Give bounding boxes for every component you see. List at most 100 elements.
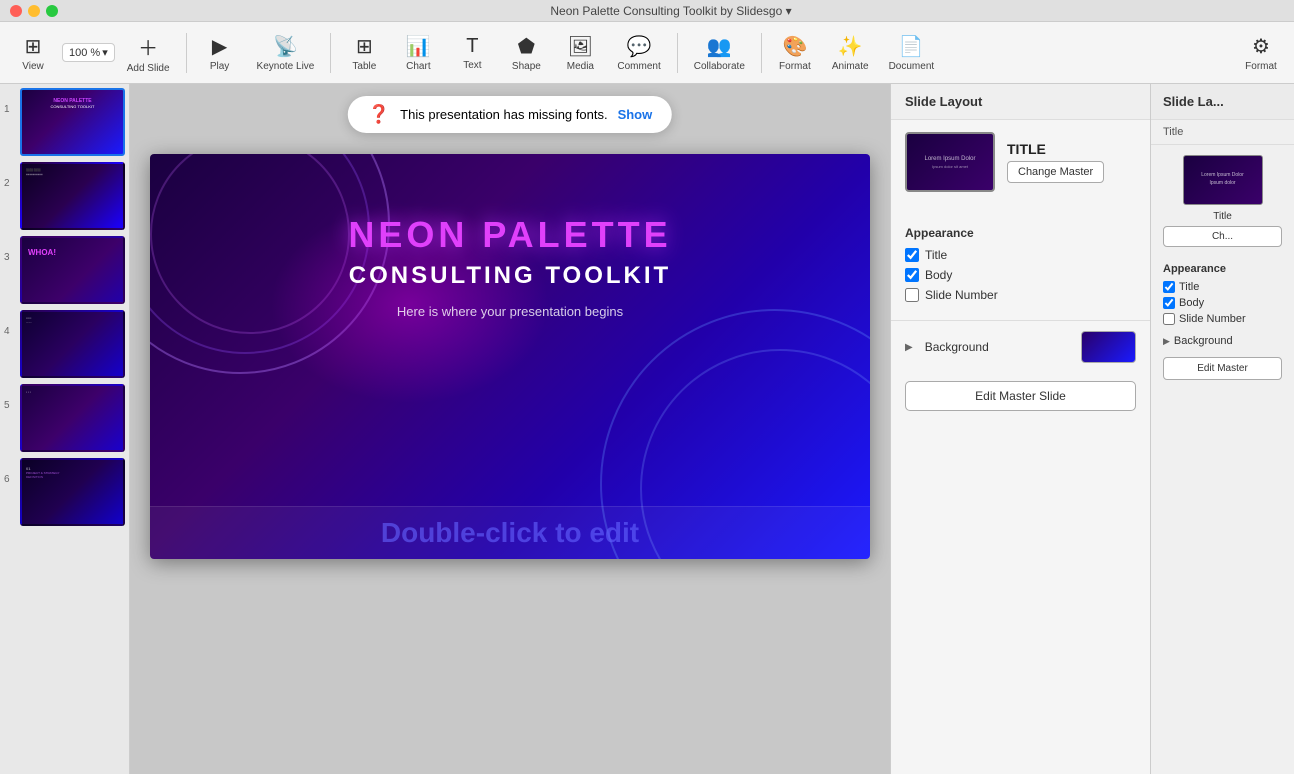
fp-edit-master-button[interactable]: Edit Master (1163, 357, 1282, 380)
window-title: Neon Palette Consulting Toolkit by Slide… (58, 4, 1284, 18)
fp-body-checkbox[interactable] (1163, 297, 1175, 309)
text-button[interactable]: T Text (447, 31, 497, 75)
slide-number-checkbox[interactable] (905, 288, 919, 302)
format-right-button[interactable]: ⚙ Format (1236, 30, 1286, 76)
slide-layout-title: Slide Layout (891, 84, 1150, 120)
slide-thumb-5[interactable]: 5 ▪ ▪ ▪ (4, 384, 125, 452)
notification-icon: ❓ (368, 104, 390, 125)
fp-lorem-1: Lorem Ipsum Dolor (1201, 172, 1244, 178)
keynote-live-button[interactable]: 📡 Keynote Live (249, 30, 323, 76)
slide-number-1: 1 (4, 88, 16, 115)
change-master-button[interactable]: Change Master (1007, 161, 1104, 183)
fp-slide-number-checkbox[interactable] (1163, 313, 1175, 325)
slide-title: NEON PALETTE (190, 214, 830, 256)
comment-label: Comment (617, 61, 660, 72)
format-right-icon: ⚙ (1252, 34, 1270, 59)
slide-number-3: 3 (4, 236, 16, 263)
divider-4 (761, 33, 762, 73)
title-bar: Neon Palette Consulting Toolkit by Slide… (0, 0, 1294, 22)
slide-thumb-6[interactable]: 6 01 PROJECT & STRATEGY DEFINITION (4, 458, 125, 526)
slide-preview-1: NEON PALETTE CONSULTING TOOLKIT (20, 88, 125, 156)
table-button[interactable]: ⊞ Table (339, 30, 389, 76)
chart-button[interactable]: 📊 Chart (393, 30, 443, 76)
text-label: Text (463, 60, 481, 71)
zoom-chevron-icon: ▾ (102, 46, 108, 59)
slide-preview-6: 01 PROJECT & STRATEGY DEFINITION (20, 458, 125, 526)
fp-slide-number-label: Slide Number (1179, 313, 1246, 325)
chart-icon: 📊 (406, 34, 431, 59)
slide-thumb-4[interactable]: 4 ▪▪▪▪▪ ▫▫▫▫▫▫▫▫ (4, 310, 125, 378)
background-label-group: ▶ Background (905, 340, 989, 354)
document-button[interactable]: 📄 Document (881, 30, 943, 76)
animate-label: Animate (832, 61, 869, 72)
format-panel: Slide La... Title Lorem Ipsum Dolor Ipsu… (1150, 84, 1294, 774)
slide-body: Here is where your presentation begins (190, 304, 830, 319)
fp-body-checkbox-row: Body (1151, 295, 1294, 311)
fp-title-checkbox[interactable] (1163, 281, 1175, 293)
media-label: Media (567, 61, 594, 72)
comment-icon: 💬 (627, 34, 652, 59)
divider-3 (677, 33, 678, 73)
slide-thumb-1[interactable]: 1 NEON PALETTE CONSULTING TOOLKIT (4, 88, 125, 156)
main-slide[interactable]: NEON PALETTE CONSULTING TOOLKIT Here is … (150, 154, 870, 559)
animate-button[interactable]: ✨ Animate (824, 30, 877, 76)
collaborate-icon: 👥 (707, 34, 732, 59)
format-toolbar-label: Format (779, 61, 811, 72)
collaborate-button[interactable]: 👥 Collaborate (686, 30, 753, 76)
fp-body-label: Body (1179, 297, 1204, 309)
add-slide-icon: ＋ (138, 32, 158, 61)
add-slide-button[interactable]: ＋ Add Slide (119, 28, 178, 78)
format-toolbar-button[interactable]: 🎨 Format (770, 30, 820, 76)
slide-layout-panel: Slide Layout Lorem Ipsum Dolor Ipsum dol… (890, 84, 1150, 774)
format-layout-label: Title (1151, 120, 1294, 145)
shape-icon: ⬟ (518, 34, 535, 59)
media-button[interactable]: 🖼 Media (555, 30, 605, 76)
slide-preview-5: ▪ ▪ ▪ (20, 384, 125, 452)
body-checkbox-row: Body (905, 268, 1136, 282)
notification-show-button[interactable]: Show (618, 107, 653, 122)
slide-number-4: 4 (4, 310, 16, 337)
background-arrow-icon: ▶ (905, 342, 913, 353)
table-label: Table (352, 61, 376, 72)
divider-2 (330, 33, 331, 73)
canvas-area: ❓ This presentation has missing fonts. S… (130, 84, 890, 774)
shape-button[interactable]: ⬟ Shape (501, 30, 551, 76)
table-icon: ⊞ (356, 34, 373, 59)
minimize-button[interactable] (28, 5, 40, 17)
add-slide-label: Add Slide (127, 63, 170, 74)
slide-number-5: 5 (4, 384, 16, 411)
text-icon: T (466, 35, 478, 58)
fp-lorem-2: Ipsum dolor (1209, 180, 1235, 186)
comment-button[interactable]: 💬 Comment (609, 30, 668, 76)
play-label: Play (210, 61, 229, 72)
slide-thumb-2[interactable]: 2 ⬛⬛⬛⬛ ◼◼◼◼◼◼◼◼◼◼ (4, 162, 125, 230)
slide-bottom: Double-click to edit (150, 506, 870, 559)
traffic-lights (10, 5, 58, 17)
fp-change-button[interactable]: Ch... (1163, 226, 1282, 247)
slide-edit-hint: Double-click to edit (170, 517, 850, 549)
background-label: Background (925, 340, 989, 354)
layout-thumbnail: Lorem Ipsum Dolor Ipsum dolor sit amet (905, 132, 995, 192)
slide-number-checkbox-row: Slide Number (905, 288, 1136, 302)
document-label: Document (889, 61, 935, 72)
layout-info-section: Lorem Ipsum Dolor Ipsum dolor sit amet T… (891, 120, 1150, 214)
background-swatch[interactable] (1081, 331, 1136, 363)
close-button[interactable] (10, 5, 22, 17)
title-checkbox[interactable] (905, 248, 919, 262)
slide-subtitle: CONSULTING TOOLKIT (190, 262, 830, 290)
view-button[interactable]: ⊞ View (8, 30, 58, 76)
play-button[interactable]: ▶ Play (195, 30, 245, 76)
maximize-button[interactable] (46, 5, 58, 17)
slide-thumb-3[interactable]: 3 WHOA! (4, 236, 125, 304)
layout-name: TITLE (1007, 141, 1136, 157)
body-checkbox[interactable] (905, 268, 919, 282)
appearance-section: Appearance Title Body Slide Number (891, 214, 1150, 320)
animate-icon: ✨ (838, 34, 863, 59)
format-panel-title: Slide La... (1151, 84, 1294, 120)
title-checkbox-label: Title (925, 248, 947, 262)
chart-label: Chart (406, 61, 430, 72)
edit-master-slide-button[interactable]: Edit Master Slide (905, 381, 1136, 411)
zoom-control[interactable]: 100 % ▾ (62, 43, 115, 62)
body-checkbox-label: Body (925, 268, 952, 282)
fp-appearance-title: Appearance (1151, 257, 1294, 279)
